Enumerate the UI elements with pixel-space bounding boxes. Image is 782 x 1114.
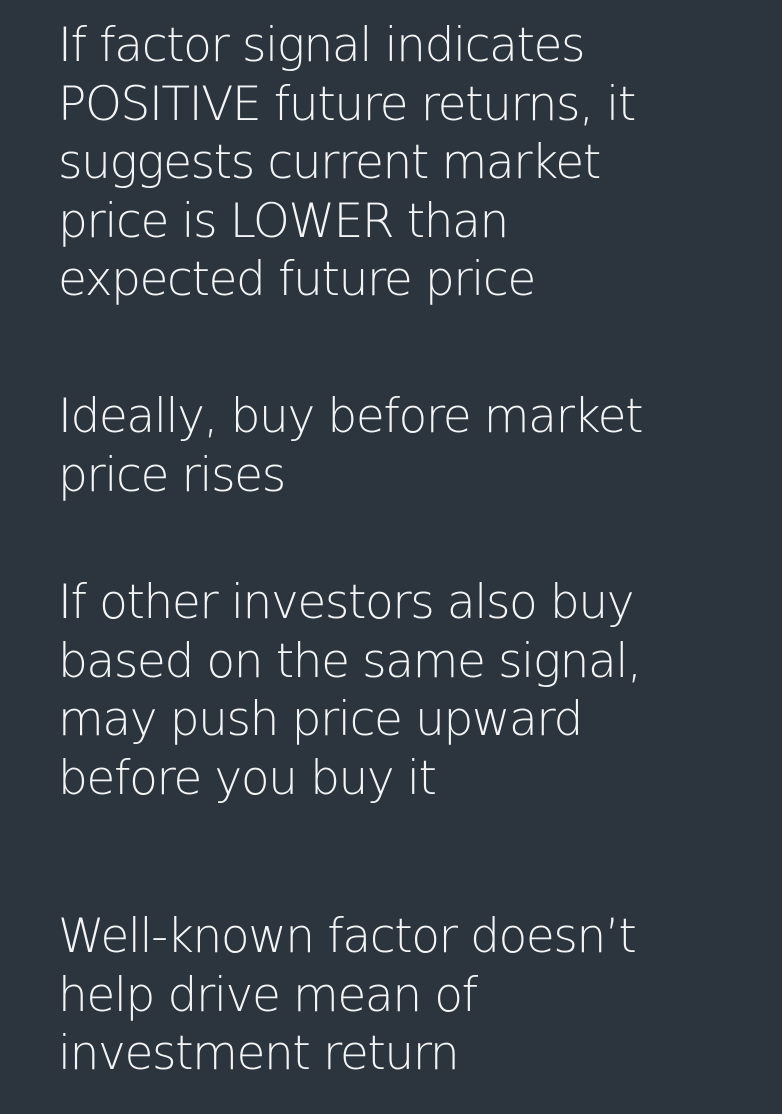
text-line: price rises (58, 447, 286, 503)
paragraph-well-known-factor: Well-known factor doesn’t help drive mea… (58, 908, 758, 1084)
text-line: Ideally, buy before market (58, 389, 644, 444)
slide: If factor signal indicates POSITIVE futu… (0, 0, 782, 1114)
paragraph-other-investors: If other investors also buy based on the… (58, 574, 758, 808)
text-line: POSITIVE future returns, it (58, 76, 636, 132)
text-line: suggests current market (58, 135, 601, 190)
text-line: expected future price (58, 252, 536, 307)
text-line: price is LOWER than (58, 193, 509, 249)
text-line: help drive mean of (58, 967, 478, 1023)
text-line: Well-known factor doesn’t (58, 909, 637, 964)
text-line: If factor signal indicates (58, 18, 586, 73)
text-line: If other investors also buy (58, 575, 635, 630)
text-line: may push price upward (58, 692, 583, 747)
paragraph-factor-signal: If factor signal indicates POSITIVE futu… (58, 17, 758, 310)
text-line: before you buy it (58, 750, 437, 806)
text-line: based on the same signal, (58, 633, 642, 689)
paragraph-buy-before-rise: Ideally, buy before market price rises (58, 388, 758, 505)
text-line: investment return (58, 1026, 460, 1081)
